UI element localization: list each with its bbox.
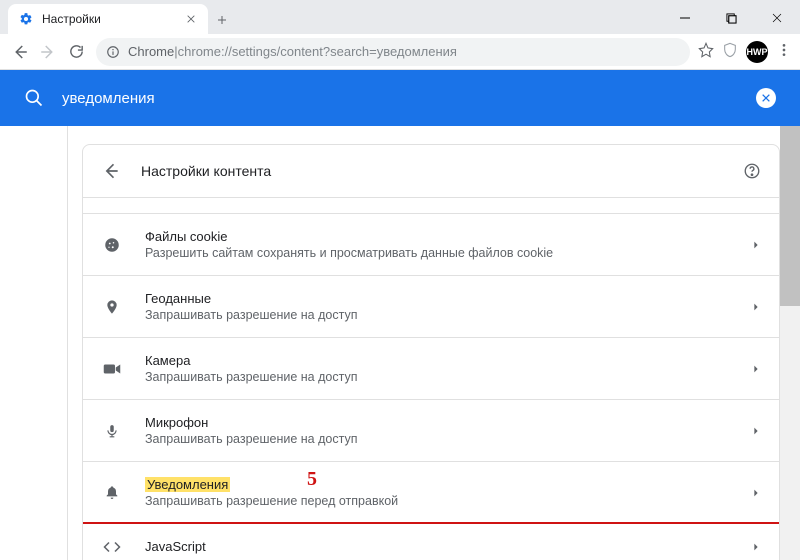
row-sublabel: Запрашивать разрешение перед отправкой — [145, 494, 751, 508]
row-label: Микрофон — [145, 415, 751, 430]
row-label: Файлы cookie — [145, 229, 751, 244]
row-text: JavaScript — [145, 539, 751, 554]
url-prefix: Chrome — [128, 44, 174, 59]
settings-page: Настройки контента Файлы cookie Разрешит… — [0, 126, 800, 560]
camera-icon — [101, 362, 123, 376]
scrollbar-track[interactable] — [780, 126, 800, 560]
site-info-icon[interactable] — [106, 45, 120, 59]
window-titlebar: Настройки — [0, 0, 800, 34]
reload-button[interactable] — [62, 38, 90, 66]
minimize-button[interactable] — [662, 2, 708, 34]
left-gutter — [0, 126, 68, 560]
row-text: Уведомления Запрашивать разрешение перед… — [145, 477, 751, 508]
row-text: Камера Запрашивать разрешение на доступ — [145, 353, 751, 384]
browser-toolbar: Chrome | chrome://settings/content?searc… — [0, 34, 800, 70]
close-window-button[interactable] — [754, 2, 800, 34]
row-sublabel: Разрешить сайтам сохранять и просматрива… — [145, 246, 751, 260]
search-icon — [24, 88, 44, 108]
content-settings-card: Настройки контента Файлы cookie Разрешит… — [82, 144, 780, 560]
gear-icon — [18, 11, 34, 27]
row-sublabel: Запрашивать разрешение на доступ — [145, 370, 751, 384]
forward-button[interactable] — [34, 38, 62, 66]
scrollbar-thumb[interactable] — [780, 126, 800, 306]
maximize-button[interactable] — [708, 2, 754, 34]
row-notifications[interactable]: Уведомления Запрашивать разрешение перед… — [83, 462, 779, 524]
url-text: chrome://settings/content?search=уведомл… — [178, 44, 457, 59]
chevron-right-icon — [751, 426, 761, 436]
chevron-right-icon — [751, 542, 761, 552]
search-query-text: уведомления — [62, 90, 756, 107]
settings-search-bar[interactable]: уведомления — [0, 70, 800, 126]
microphone-icon — [101, 422, 123, 440]
row-text: Геоданные Запрашивать разрешение на дост… — [145, 291, 751, 322]
settings-back-button[interactable] — [101, 161, 121, 181]
card-title: Настройки контента — [141, 163, 743, 179]
row-text: Файлы cookie Разрешить сайтам сохранять … — [145, 229, 751, 260]
back-button[interactable] — [6, 38, 34, 66]
chevron-right-icon — [751, 488, 761, 498]
window-controls — [662, 2, 800, 34]
shield-icon[interactable] — [722, 42, 738, 61]
scrollbar[interactable] — [780, 126, 800, 560]
row-label: JavaScript — [145, 539, 751, 554]
profile-avatar[interactable]: HWP — [746, 41, 768, 63]
menu-icon[interactable] — [776, 42, 792, 61]
row-label: Геоданные — [145, 291, 751, 306]
annotation-number: 5 — [307, 468, 317, 491]
address-bar[interactable]: Chrome | chrome://settings/content?searc… — [96, 38, 690, 66]
row-camera[interactable]: Камера Запрашивать разрешение на доступ — [83, 338, 779, 400]
new-tab-button[interactable] — [208, 6, 236, 34]
chevron-right-icon — [751, 302, 761, 312]
row-label: Камера — [145, 353, 751, 368]
row-cookies[interactable]: Файлы cookie Разрешить сайтам сохранять … — [83, 214, 779, 276]
code-icon — [101, 540, 123, 554]
cookie-icon — [101, 236, 123, 254]
chevron-right-icon — [751, 364, 761, 374]
settings-main: Настройки контента Файлы cookie Разрешит… — [68, 126, 780, 560]
row-label-highlighted: Уведомления — [145, 477, 230, 492]
row-sublabel: Запрашивать разрешение на доступ — [145, 432, 751, 446]
star-icon[interactable] — [698, 42, 714, 61]
chevron-right-icon — [751, 240, 761, 250]
card-header: Настройки контента — [83, 145, 779, 198]
row-location[interactable]: Геоданные Запрашивать разрешение на дост… — [83, 276, 779, 338]
row-text: Микрофон Запрашивать разрешение на досту… — [145, 415, 751, 446]
tab-title: Настройки — [42, 12, 184, 26]
row-javascript[interactable]: JavaScript — [83, 524, 779, 560]
clear-search-button[interactable] — [756, 88, 776, 108]
help-icon[interactable] — [743, 162, 761, 180]
close-tab-icon[interactable] — [184, 10, 198, 29]
row-microphone[interactable]: Микрофон Запрашивать разрешение на досту… — [83, 400, 779, 462]
browser-tab[interactable]: Настройки — [8, 4, 208, 34]
bell-icon — [101, 484, 123, 502]
row-sublabel: Запрашивать разрешение на доступ — [145, 308, 751, 322]
location-icon — [101, 298, 123, 316]
